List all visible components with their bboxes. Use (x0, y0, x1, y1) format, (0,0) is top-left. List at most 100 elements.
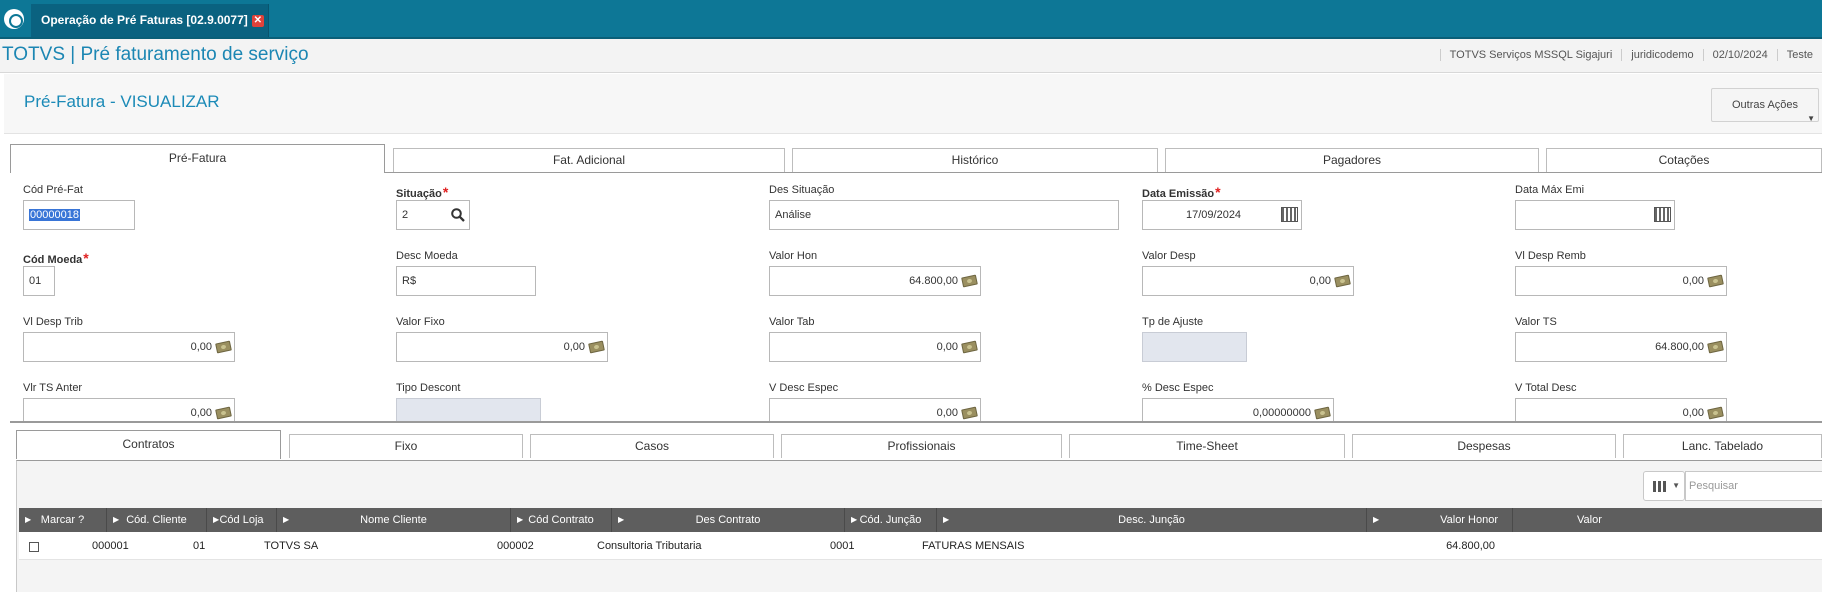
pct-desc-espec-input[interactable]: 0,00000000 (1142, 398, 1334, 421)
v-total-desc-input[interactable]: 0,00 (1515, 398, 1727, 421)
col-cod-loja[interactable]: ▶ Cód Loja (207, 508, 277, 532)
data-emissao-input[interactable]: 17/09/2024 (1142, 200, 1302, 230)
close-icon[interactable]: ✕ (251, 15, 264, 27)
calendar-icon[interactable] (1654, 207, 1671, 222)
tab-time-sheet[interactable]: Time-Sheet (1069, 434, 1345, 458)
row-checkbox[interactable] (29, 542, 39, 552)
money-icon[interactable] (961, 406, 978, 420)
window-tab[interactable]: Operação de Pré Faturas [02.9.0077] ✕ (31, 4, 269, 37)
col-valor-honor[interactable]: ▶ Valor Honor (1367, 508, 1513, 532)
valor-hon-label: Valor Hon (769, 250, 818, 262)
cell-desc-juncao: FATURAS MENSAIS (922, 540, 1025, 552)
money-icon[interactable] (1707, 274, 1724, 288)
valor-fixo-input[interactable]: 0,00 (396, 332, 608, 362)
money-icon[interactable] (1314, 406, 1331, 420)
money-icon[interactable] (1707, 340, 1724, 354)
columns-button[interactable]: ▼ (1643, 471, 1685, 501)
vl-desp-remb-input[interactable]: 0,00 (1515, 266, 1727, 296)
valor-tab-value: 0,00 (936, 341, 958, 353)
cod-prefat-value: 00000018 (29, 209, 80, 221)
tab-profissionais[interactable]: Profissionais (781, 434, 1062, 458)
money-icon[interactable] (1707, 406, 1724, 420)
v-total-desc-label: V Total Desc (1515, 382, 1577, 394)
valor-hon-input[interactable]: 64.800,00 (769, 266, 981, 296)
vlr-ts-anter-label: Vlr TS Anter (23, 382, 83, 394)
pre-fatura-form: Cód Pré-Fat 00000018 Situação* 2 Des Sit… (10, 172, 1822, 421)
v-total-desc-field: V Total Desc 0,00 (1515, 382, 1727, 421)
calendar-icon[interactable] (1281, 207, 1298, 222)
col-nome-cliente[interactable]: ▶ Nome Cliente (277, 508, 511, 532)
tipo-descont-input[interactable] (396, 398, 541, 421)
more-actions-button[interactable]: Outras Ações ▼ (1711, 88, 1819, 123)
col-desc-juncao[interactable]: ▶ Desc. Junção (937, 508, 1367, 532)
situacao-field: Situação* 2 (396, 184, 470, 230)
desc-moeda-input[interactable]: R$ (396, 266, 536, 296)
col-marcar-label: Marcar ? (40, 514, 85, 526)
valor-desp-input[interactable]: 0,00 (1142, 266, 1354, 296)
columns-icon (1653, 481, 1666, 492)
required-marker: * (83, 250, 89, 266)
tab-pre-fatura[interactable]: Pré-Fatura (10, 144, 385, 173)
v-desc-espec-label: V Desc Espec (769, 382, 839, 394)
totvs-logo-icon[interactable] (4, 9, 24, 29)
vl-desp-trib-input[interactable]: 0,00 (23, 332, 235, 362)
table-row[interactable]: 000001 01 TOTVS SA 000002 Consultoria Tr… (19, 532, 1822, 560)
search-icon[interactable] (450, 207, 466, 223)
tab-historico[interactable]: Histórico (792, 148, 1158, 172)
col-valor[interactable]: Valor (1513, 508, 1822, 532)
valor-desp-value: 0,00 (1309, 275, 1331, 287)
data-emissao-value: 17/09/2024 (1186, 209, 1242, 221)
window-tab-label: Operação de Pré Faturas [02.9.0077] (41, 13, 248, 27)
tp-ajuste-input[interactable] (1142, 332, 1247, 362)
situacao-input[interactable]: 2 (396, 200, 470, 230)
money-icon[interactable] (215, 406, 232, 420)
sort-icon: ▶ (113, 515, 120, 524)
col-des-contrato[interactable]: ▶ Des Contrato (612, 508, 845, 532)
sort-icon: ▶ (851, 515, 858, 524)
tab-contratos[interactable]: Contratos (16, 430, 281, 459)
des-situacao-input[interactable]: Análise (769, 200, 1119, 230)
tab-pagadores[interactable]: Pagadores (1165, 148, 1539, 172)
cell-cod-contrato: 000002 (497, 540, 534, 552)
sort-icon: ▶ (517, 515, 524, 524)
money-icon[interactable] (588, 340, 605, 354)
sort-icon: ▶ (283, 515, 290, 524)
data-emissao-label: Data Emissão* (1142, 184, 1221, 200)
pct-desc-espec-label: % Desc Espec (1142, 382, 1214, 394)
section-divider (10, 421, 1822, 423)
tab-despesas[interactable]: Despesas (1352, 434, 1616, 458)
valor-desp-field: Valor Desp 0,00 (1142, 250, 1354, 296)
money-icon[interactable] (961, 340, 978, 354)
vl-desp-trib-label: Vl Desp Trib (23, 316, 83, 328)
col-cod-contrato[interactable]: ▶ Cód Contrato (511, 508, 612, 532)
vl-desp-remb-value: 0,00 (1682, 275, 1704, 287)
tab-fixo[interactable]: Fixo (289, 434, 523, 458)
money-icon[interactable] (215, 340, 232, 354)
col-marcar[interactable]: ▶ Marcar ? (19, 508, 107, 532)
money-icon[interactable] (961, 274, 978, 288)
grid-search-input[interactable]: Pesquisar (1685, 471, 1822, 501)
valor-ts-label: Valor TS (1515, 316, 1557, 328)
page-header: Pré-Fatura - VISUALIZAR Outras Ações ▼ (4, 74, 1822, 134)
col-cod-cliente-label: Cód. Cliente (126, 514, 187, 526)
col-cod-cliente[interactable]: ▶ Cód. Cliente (107, 508, 207, 532)
cell-cod-juncao: 0001 (830, 540, 855, 552)
v-desc-espec-input[interactable]: 0,00 (769, 398, 981, 421)
tab-fat-adicional[interactable]: Fat. Adicional (393, 148, 785, 172)
cod-prefat-input[interactable]: 00000018 (23, 200, 135, 230)
tipo-descont-field: Tipo Descont (396, 382, 541, 421)
valor-tab-input[interactable]: 0,00 (769, 332, 981, 362)
vlr-ts-anter-input[interactable]: 0,00 (23, 398, 235, 421)
data-max-emi-input[interactable]: / / (1515, 200, 1675, 230)
cod-moeda-input[interactable]: 01 (23, 266, 55, 296)
data-max-emi-field: Data Máx Emi / / (1515, 184, 1675, 230)
valor-fixo-value: 0,00 (563, 341, 585, 353)
desc-moeda-label: Desc Moeda (396, 250, 458, 262)
tab-cotacoes[interactable]: Cotações (1546, 148, 1822, 172)
col-cod-juncao[interactable]: ▶ Cód. Junção (845, 508, 937, 532)
valor-ts-input[interactable]: 64.800,00 (1515, 332, 1727, 362)
tab-casos[interactable]: Casos (530, 434, 774, 458)
money-icon[interactable] (1334, 274, 1351, 288)
tab-lanc-tabelado[interactable]: Lanc. Tabelado (1623, 434, 1822, 458)
vlr-ts-anter-field: Vlr TS Anter 0,00 (23, 382, 235, 421)
